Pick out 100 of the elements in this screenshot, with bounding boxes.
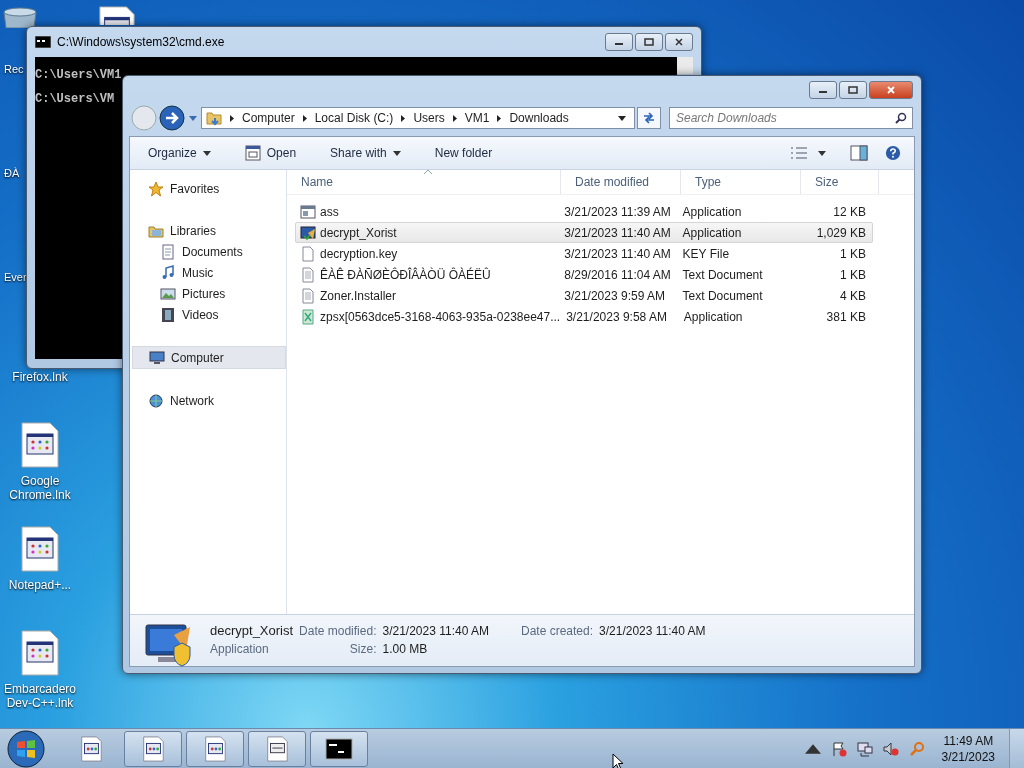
file-row[interactable]: ass 3/21/2023 11:39 AM Application 12 KB xyxy=(295,201,873,222)
recent-pages-caret-icon[interactable] xyxy=(189,115,197,121)
file-row[interactable]: ÊÀÊ ĐÀÑØÈÔĐÎÂÀÒÜ ÔÀÉËÛ 8/29/2016 11:04 AM Text Document 1 KB xyxy=(295,264,873,285)
toolbar-button[interactable]: Share with xyxy=(322,142,409,164)
file-type: Application xyxy=(681,204,743,219)
shortcut-file-icon[interactable] xyxy=(20,526,60,572)
file-row[interactable]: decryption.key 3/21/2023 11:40 AM KEY File 1 KB xyxy=(295,243,873,264)
navigation-item[interactable]: Videos xyxy=(130,304,286,325)
console-line: C:\Users\VM xyxy=(35,91,115,108)
globe-icon xyxy=(148,392,164,409)
navigation-item[interactable]: Documents xyxy=(130,241,286,262)
maximize-button[interactable] xyxy=(635,33,663,51)
dropdown-caret-icon[interactable] xyxy=(618,115,626,121)
taskbar-button[interactable] xyxy=(186,730,244,767)
console-taskbar-button[interactable] xyxy=(310,730,368,767)
column-header[interactable]: Name xyxy=(287,170,561,194)
flag-icon[interactable] xyxy=(830,740,847,757)
music-note-icon xyxy=(160,264,176,281)
open-button[interactable]: Open xyxy=(236,141,305,165)
scrollbar[interactable] xyxy=(677,57,693,74)
clock[interactable]: 11:49 AM 3/21/2023 xyxy=(931,733,1005,764)
blank-file-icon xyxy=(300,245,316,262)
file-size: 4 KB xyxy=(839,288,867,303)
installer-icon xyxy=(300,224,316,241)
shortcut-file-icon[interactable] xyxy=(20,630,60,676)
maximize-icon xyxy=(644,38,654,46)
navigation-item[interactable]: Network xyxy=(130,390,286,411)
speaker-muted-icon[interactable] xyxy=(882,740,899,757)
forward-button[interactable] xyxy=(159,105,185,131)
breadcrumb-arrow-icon[interactable] xyxy=(452,114,457,122)
start-button[interactable] xyxy=(6,728,46,768)
taskbar-button[interactable] xyxy=(248,730,306,767)
close-icon xyxy=(886,86,896,94)
archive-file-icon xyxy=(300,308,316,325)
column-header[interactable]: Date modified xyxy=(561,170,681,194)
breadcrumb-arrow-icon[interactable] xyxy=(302,114,307,122)
console-icon xyxy=(35,36,51,48)
breadcrumb-arrow-icon[interactable] xyxy=(497,114,502,122)
property-label: Size: xyxy=(348,642,377,656)
breadcrumb[interactable]: Downloads xyxy=(509,111,569,125)
navigation-item[interactable]: Pictures xyxy=(130,283,286,304)
toolbar-button[interactable]: New folder xyxy=(426,142,501,164)
desktop-icon-label[interactable]: Rec xyxy=(0,62,24,76)
breadcrumb[interactable]: Computer xyxy=(242,111,295,125)
minimize-button[interactable] xyxy=(809,81,837,99)
dropdown-caret-icon[interactable] xyxy=(818,150,826,156)
application-window-icon xyxy=(300,203,316,220)
refresh-arrows-icon xyxy=(642,111,656,125)
preview-pane-icon[interactable] xyxy=(850,145,868,161)
navigation-item[interactable]: Libraries xyxy=(130,220,286,241)
file-type: Text Document xyxy=(681,267,764,282)
document-icon xyxy=(160,243,176,260)
application-window-icon xyxy=(244,145,261,161)
file-size: 1,029 KB xyxy=(815,225,867,240)
text-file-icon xyxy=(300,287,316,304)
shortcut-file-icon[interactable] xyxy=(20,422,60,468)
desktop-icon-label[interactable]: Firefox.lnk xyxy=(1,370,79,384)
file-row[interactable]: zpsx[0563dce5-3168-4063-935a-0238ee47... 3/21/2023 9:58 AM Application 381 KB xyxy=(295,306,873,327)
picture-icon xyxy=(160,285,176,302)
desktop-icon-label[interactable]: Ever xyxy=(0,270,27,284)
breadcrumb[interactable]: Local Disk (C:) xyxy=(314,111,394,125)
navigation-item[interactable]: Music xyxy=(130,262,286,283)
file-row[interactable]: decrypt_Xorist 3/21/2023 11:40 AM Application 1,029 KB xyxy=(295,222,873,243)
date-modified: 3/21/2023 9:59 AM xyxy=(563,288,666,303)
help-icon[interactable] xyxy=(884,145,902,161)
breadcrumb[interactable]: VM1 xyxy=(464,111,490,125)
taskbar-button[interactable] xyxy=(124,730,182,767)
file-row[interactable]: Zoner.Installer 3/21/2023 9:59 AM Text Document 4 KB xyxy=(295,285,873,306)
caret-icon xyxy=(202,150,211,156)
desktop-icon-label[interactable]: ĐÀ xyxy=(0,166,20,180)
caret-icon xyxy=(392,150,401,156)
refresh-button[interactable] xyxy=(637,107,661,129)
navigation-item[interactable]: Favorites xyxy=(130,178,286,199)
file-type: Application xyxy=(682,309,744,324)
breadcrumb-arrow-icon[interactable] xyxy=(230,114,234,122)
search-icon xyxy=(895,112,907,124)
recycle-bin-icon[interactable] xyxy=(0,6,40,28)
search-field[interactable]: Search Downloads xyxy=(669,107,913,129)
file-size: 12 KB xyxy=(832,204,867,219)
close-button[interactable] xyxy=(665,33,693,51)
file-name: zpsx[0563dce5-3168-4063-935a-0238ee47... xyxy=(320,309,561,324)
maximize-button[interactable] xyxy=(839,81,867,99)
file-name: ÊÀÊ ĐÀÑØÈÔĐÎÂÀÒÜ ÔÀÉËÛ xyxy=(320,267,491,282)
column-header[interactable]: Size xyxy=(801,170,879,194)
address-bar[interactable]: Computer Local Disk (C:) Users VM1 Downloads xyxy=(201,107,635,129)
network-icon[interactable] xyxy=(856,740,873,757)
navigation-item[interactable]: Computer xyxy=(132,346,286,369)
breadcrumb[interactable]: Users xyxy=(413,111,445,125)
console-line: C:\Users\VM1 xyxy=(35,67,122,84)
shortcut-file-icon[interactable] xyxy=(98,6,136,25)
breadcrumb-arrow-icon[interactable] xyxy=(401,114,406,122)
file-size: 1 KB xyxy=(839,267,867,282)
toolbar-button[interactable]: Organize xyxy=(140,142,219,164)
maximize-icon xyxy=(848,86,858,94)
folder-icon xyxy=(206,110,222,126)
film-icon xyxy=(160,306,176,323)
column-header[interactable]: Type xyxy=(681,170,801,194)
installer-icon xyxy=(144,621,194,667)
minimize-button[interactable] xyxy=(605,33,633,51)
mouse-cursor-icon xyxy=(612,753,624,768)
